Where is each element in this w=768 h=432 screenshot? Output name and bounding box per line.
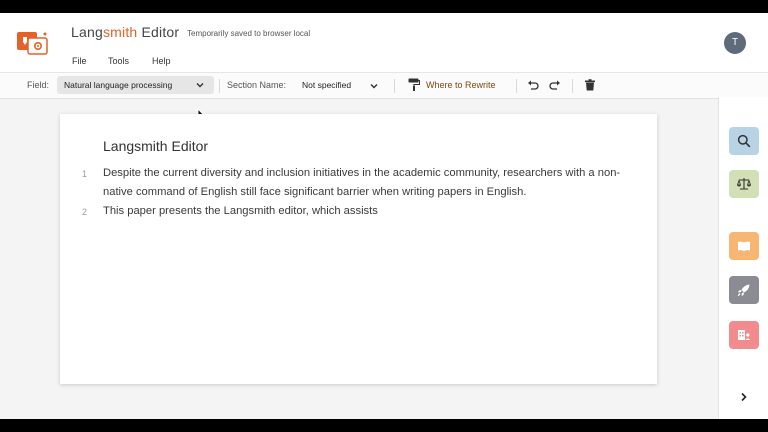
toolbar: Field: Natural language processing Secti… [0, 72, 768, 99]
section-select[interactable]: Not specified [302, 80, 351, 90]
toolbar-divider [572, 79, 573, 93]
avatar[interactable]: T [724, 32, 746, 54]
document-button[interactable] [729, 321, 759, 349]
chevron-down-icon[interactable] [370, 82, 378, 90]
redo-icon[interactable] [549, 79, 561, 91]
line-number: 1 [82, 169, 88, 179]
toolbar-divider [219, 79, 220, 93]
chevron-right-icon[interactable] [739, 392, 749, 402]
app-title-part1: Lang [71, 24, 103, 40]
trash-icon[interactable] [584, 79, 596, 91]
undo-icon[interactable] [527, 79, 539, 91]
field-label: Field: [27, 80, 50, 90]
document-line[interactable]: This paper presents the Langsmith editor… [103, 202, 643, 221]
header-bar: Langsmith Editor Temporarily saved to br… [0, 13, 768, 72]
search-button[interactable] [729, 127, 759, 155]
langsmith-logo [17, 32, 48, 55]
book-icon [738, 241, 750, 251]
where-to-rewrite-label: Where to Rewrite [426, 80, 496, 90]
rocket-button[interactable] [729, 276, 759, 304]
balance-icon [737, 178, 751, 190]
section-name-label: Section Name: [227, 80, 287, 90]
section-select-value: Not specified [302, 80, 352, 90]
right-sidebar [718, 97, 768, 419]
save-status: Temporarily saved to browser local [187, 29, 311, 38]
field-select[interactable]: Natural language processing [57, 76, 214, 94]
document-icon [738, 330, 751, 340]
balance-button[interactable] [729, 170, 759, 198]
editor-document[interactable]: Langsmith Editor 1 Despite the current d… [60, 114, 657, 384]
search-icon [737, 134, 751, 148]
rocket-icon [737, 284, 750, 297]
paint-roller-icon [408, 78, 420, 91]
app-title-part3: Editor [137, 24, 180, 40]
menu-tools[interactable]: Tools [108, 56, 129, 66]
line-number: 2 [82, 207, 88, 217]
document-title: Langsmith Editor [103, 138, 209, 154]
book-button[interactable] [729, 232, 759, 260]
toolbar-divider [516, 79, 517, 93]
menu-help[interactable]: Help [152, 56, 171, 66]
field-select-value: Natural language processing [64, 80, 173, 90]
chevron-down-icon [196, 83, 204, 88]
toolbar-divider [394, 79, 395, 93]
app-title-accent: smith [102, 24, 138, 40]
app-window: Langsmith Editor Temporarily saved to br… [0, 13, 768, 419]
document-line[interactable]: Despite the current diversity and inclus… [103, 164, 643, 202]
app-title: Langsmith Editor [71, 24, 179, 40]
menu-file[interactable]: File [72, 56, 87, 66]
